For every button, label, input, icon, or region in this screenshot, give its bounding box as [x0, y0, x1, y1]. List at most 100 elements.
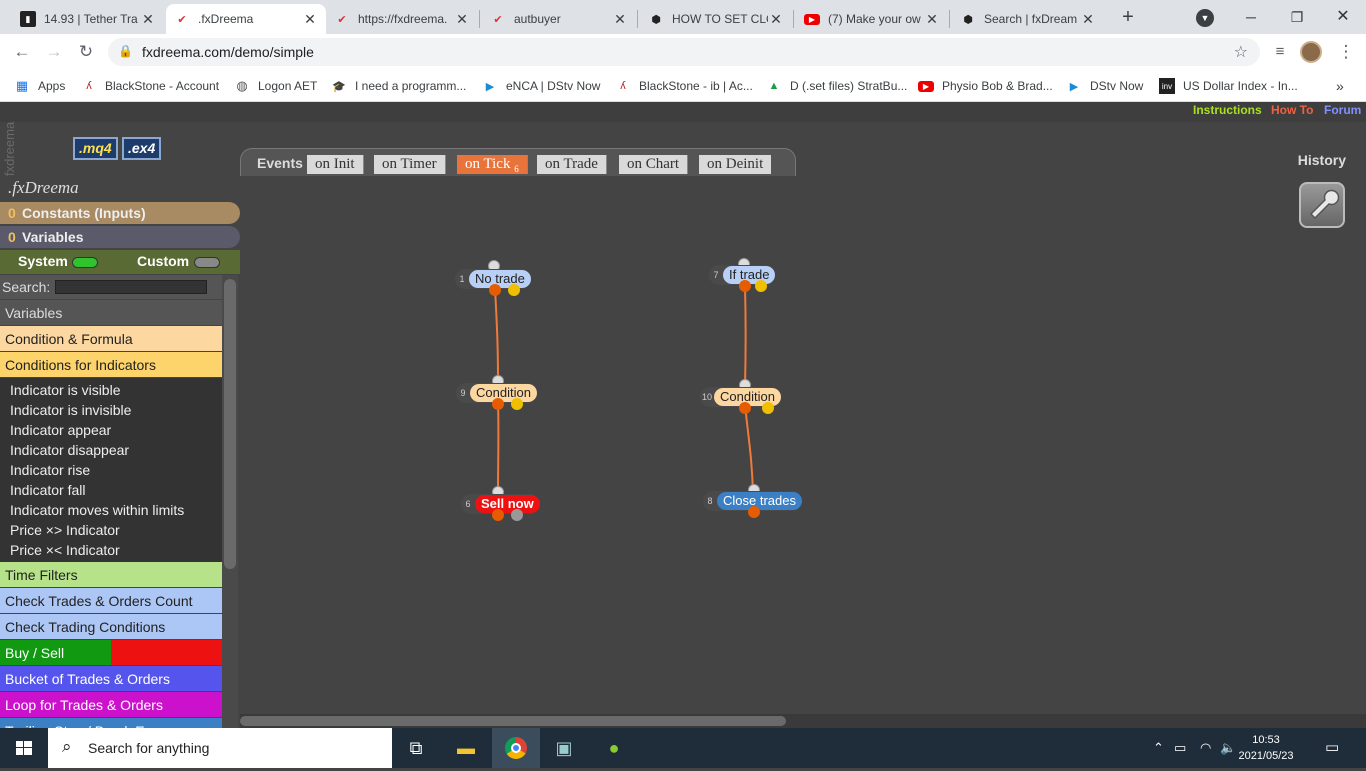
category-time-filters[interactable]: Time Filters: [0, 562, 222, 588]
block-output-dot[interactable]: [489, 284, 501, 296]
block-output-dot[interactable]: [492, 398, 504, 410]
browser-tab-fxdreema-url[interactable]: ✔ https://fxdreema. ✕: [326, 4, 478, 34]
bookmark-blackstone-account[interactable]: ʎ BlackStone - Account: [81, 76, 219, 96]
notifications-icon[interactable]: ▭: [1325, 738, 1339, 756]
close-tab-icon[interactable]: ✕: [454, 11, 470, 28]
browser-tab-autbuyer[interactable]: ✔ autbuyer ✕: [482, 4, 636, 34]
tab-on-chart[interactable]: on Chart: [619, 155, 688, 174]
category-bucket-of-trades-orders[interactable]: Bucket of Trades & Orders: [0, 666, 222, 692]
browser-tab-youtube[interactable]: ▶ (7) Make your ow ✕: [796, 4, 948, 34]
minimize-icon[interactable]: ─: [1228, 4, 1274, 30]
forward-arrow-icon[interactable]: →: [42, 40, 66, 64]
bookmark-apps[interactable]: ▦ Apps: [14, 76, 65, 96]
category-buy-sell[interactable]: Buy / Sell: [0, 640, 222, 666]
bookmark-us-dollar-index[interactable]: inv US Dollar Index - In...: [1159, 76, 1298, 96]
custom-toggle[interactable]: [194, 257, 220, 268]
block-output-dot[interactable]: [748, 506, 760, 518]
file-explorer-icon[interactable]: ▬: [442, 728, 490, 768]
bookmark-physio[interactable]: ▶ Physio Bob & Brad...: [918, 76, 1053, 96]
block-output-dot[interactable]: [755, 280, 767, 292]
task-view-icon[interactable]: ⧉: [392, 728, 440, 768]
how-to-link[interactable]: How To: [1271, 103, 1313, 117]
windows-start-button[interactable]: [0, 728, 48, 768]
address-bar[interactable]: 🔒 fxdreema.com/demo/simple ☆: [108, 38, 1260, 66]
wifi-icon[interactable]: ◠: [1200, 740, 1211, 756]
browser-tab-tether[interactable]: ▮ 14.93 | Tether Tra ✕: [12, 4, 164, 34]
block-indicator-rise[interactable]: Indicator rise: [10, 460, 222, 480]
photos-app-icon[interactable]: ▣: [540, 728, 588, 768]
bookmark-enca[interactable]: ▶ eNCA | DStv Now: [482, 76, 600, 96]
bookmark-star-icon[interactable]: ☆: [1234, 42, 1248, 62]
volume-icon[interactable]: 🔈: [1220, 740, 1236, 756]
category-check-trading-conditions[interactable]: Check Trading Conditions: [0, 614, 222, 640]
block-output-dot[interactable]: [492, 509, 504, 521]
restore-icon[interactable]: ❐: [1274, 4, 1320, 30]
close-tab-icon[interactable]: ✕: [612, 11, 628, 28]
block-output-dot[interactable]: [739, 402, 751, 414]
bookmark-dstv-now[interactable]: ▶ DStv Now: [1066, 76, 1143, 96]
block-indicator-is-invisible[interactable]: Indicator is invisible: [10, 400, 222, 420]
sidebar-scrollbar[interactable]: [222, 275, 238, 728]
new-tab-button[interactable]: +: [1114, 4, 1142, 30]
reload-icon[interactable]: ↻: [74, 40, 98, 64]
tab-on-init[interactable]: on Init: [307, 155, 364, 174]
back-arrow-icon[interactable]: ←: [10, 40, 34, 64]
bookmark-programmer[interactable]: 🎓 I need a programm...: [331, 76, 466, 96]
bookmark-logon-aet[interactable]: ◍ Logon AET: [234, 76, 317, 96]
category-check-trades-orders-count[interactable]: Check Trades & Orders Count: [0, 588, 222, 614]
history-button[interactable]: History: [1298, 152, 1346, 168]
canvas-horizontal-scrollbar[interactable]: [240, 714, 1366, 728]
block-indicator-disappear[interactable]: Indicator disappear: [10, 440, 222, 460]
taskbar-search-box[interactable]: ⌕ Search for anything: [48, 728, 392, 768]
battery-icon[interactable]: ▭: [1174, 740, 1186, 756]
more-bookmarks-button[interactable]: »: [1336, 76, 1344, 96]
constants-inputs-section[interactable]: 0Constants (Inputs): [0, 202, 240, 224]
browser-tab-fxdreema[interactable]: ✔ .fxDreema ✕: [166, 4, 326, 34]
block-price-cross-below-indicator[interactable]: Price ×< Indicator: [10, 540, 222, 560]
android-app-icon[interactable]: ●: [590, 728, 638, 768]
chrome-taskbar-icon[interactable]: [492, 728, 540, 768]
block-output-dot[interactable]: [739, 280, 751, 292]
tab-search-chevron-icon[interactable]: ▼: [1196, 9, 1214, 27]
category-conditions-for-indicators[interactable]: Conditions for Indicators: [0, 352, 222, 378]
taskbar-clock[interactable]: 10:53 2021/05/23: [1236, 732, 1296, 764]
tray-chevron-up-icon[interactable]: ⌃: [1153, 740, 1164, 756]
category-trailing-stop-break-even[interactable]: Trailing Stop / Break Even: [0, 718, 222, 728]
tab-on-tick[interactable]: on Tick 6: [457, 155, 528, 174]
block-indicator-fall[interactable]: Indicator fall: [10, 480, 222, 500]
close-tab-icon[interactable]: ✕: [302, 11, 318, 28]
category-variables[interactable]: Variables: [0, 300, 222, 326]
address-url[interactable]: fxdreema.com/demo/simple: [142, 44, 314, 60]
tab-on-timer[interactable]: on Timer: [374, 155, 446, 174]
close-tab-icon[interactable]: ✕: [924, 11, 940, 28]
category-loop-for-trades-orders[interactable]: Loop for Trades & Orders: [0, 692, 222, 718]
tab-on-trade[interactable]: on Trade: [537, 155, 607, 174]
block-output-dot[interactable]: [508, 284, 520, 296]
category-condition-formula[interactable]: Condition & Formula: [0, 326, 222, 352]
browser-tab-search-fxdreema[interactable]: ⬢ Search | fxDream ✕: [952, 4, 1104, 34]
browser-tab-how-to-set[interactable]: ⬢ HOW TO SET CLO ✕: [640, 4, 792, 34]
forum-link[interactable]: Forum: [1324, 103, 1361, 117]
instructions-link[interactable]: Instructions: [1193, 103, 1262, 117]
profile-avatar[interactable]: [1300, 41, 1322, 63]
close-tab-icon[interactable]: ✕: [140, 11, 156, 28]
workspace-canvas[interactable]: 1 No trade 9 Condition 6 Sell now 7 If t…: [240, 176, 1366, 714]
system-toggle[interactable]: [72, 257, 98, 268]
block-output-dot[interactable]: [762, 402, 774, 414]
variables-section[interactable]: 0Variables: [0, 226, 240, 248]
block-indicator-is-visible[interactable]: Indicator is visible: [10, 380, 222, 400]
close-tab-icon[interactable]: ✕: [1080, 11, 1096, 28]
block-search-input[interactable]: [55, 280, 207, 294]
block-indicator-moves-within-limits[interactable]: Indicator moves within limits: [10, 500, 222, 520]
menu-kebab-icon[interactable]: ⋮: [1334, 40, 1358, 64]
block-price-cross-above-indicator[interactable]: Price ×> Indicator: [10, 520, 222, 540]
close-tab-icon[interactable]: ✕: [768, 11, 784, 28]
bookmark-blackstone-ib[interactable]: ʎ BlackStone - ib | Ac...: [615, 76, 753, 96]
tab-on-deinit[interactable]: on Deinit: [699, 155, 771, 174]
block-output-dot[interactable]: [511, 398, 523, 410]
mq4-button[interactable]: .mq4: [73, 137, 118, 160]
block-output-dot[interactable]: [511, 509, 523, 521]
reading-list-icon[interactable]: ≡: [1268, 40, 1292, 64]
bookmark-set-files[interactable]: ▲ D (.set files) StratBu...: [766, 76, 907, 96]
ex4-button[interactable]: .ex4: [122, 137, 161, 160]
